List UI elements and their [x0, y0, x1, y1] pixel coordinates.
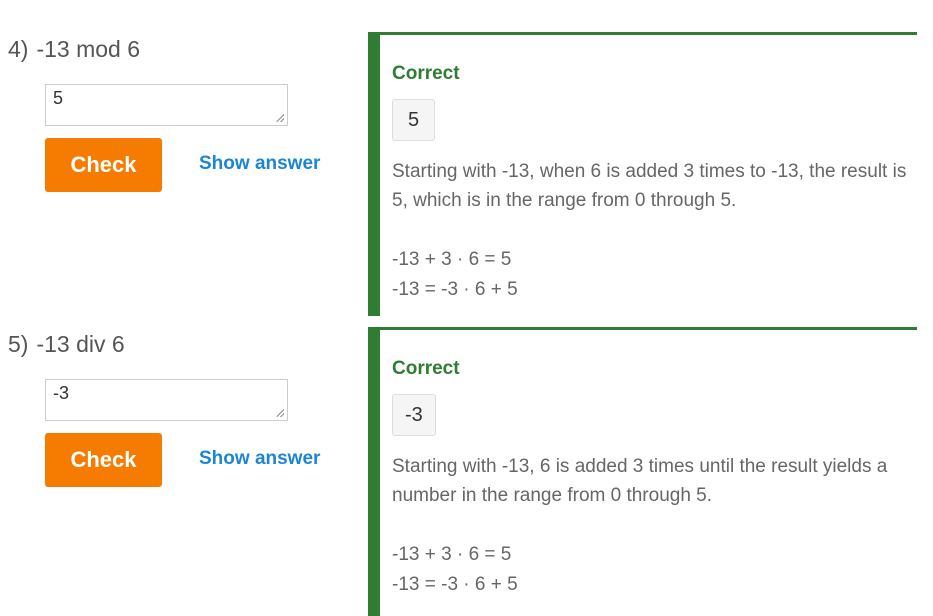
answer-input[interactable]: -3: [45, 379, 288, 421]
show-answer-link[interactable]: Show answer: [199, 448, 320, 470]
resize-grip-icon[interactable]: [275, 408, 284, 417]
feedback-equation: -13 = -3 · 6 + 5: [392, 574, 518, 595]
answer-input-value: -3: [53, 383, 70, 403]
feedback-equation: -13 + 3 · 6 = 5: [392, 544, 512, 565]
feedback-explanation: Starting with -13, 6 is added 3 times un…: [392, 456, 888, 506]
question-title: 5) -13 div 6: [8, 331, 125, 358]
question-prompt: -13 div 6: [36, 331, 125, 357]
question-5: 5) -13 div 6 -3 Check Show answer Correct…: [0, 0, 933, 616]
feedback-status: Correct: [392, 358, 460, 379]
check-button[interactable]: Check: [45, 433, 162, 487]
feedback-panel: Correct -3 Starting with -13, 6 is added…: [368, 327, 917, 616]
question-number: 5): [8, 331, 29, 357]
feedback-answer: -3: [392, 394, 436, 436]
